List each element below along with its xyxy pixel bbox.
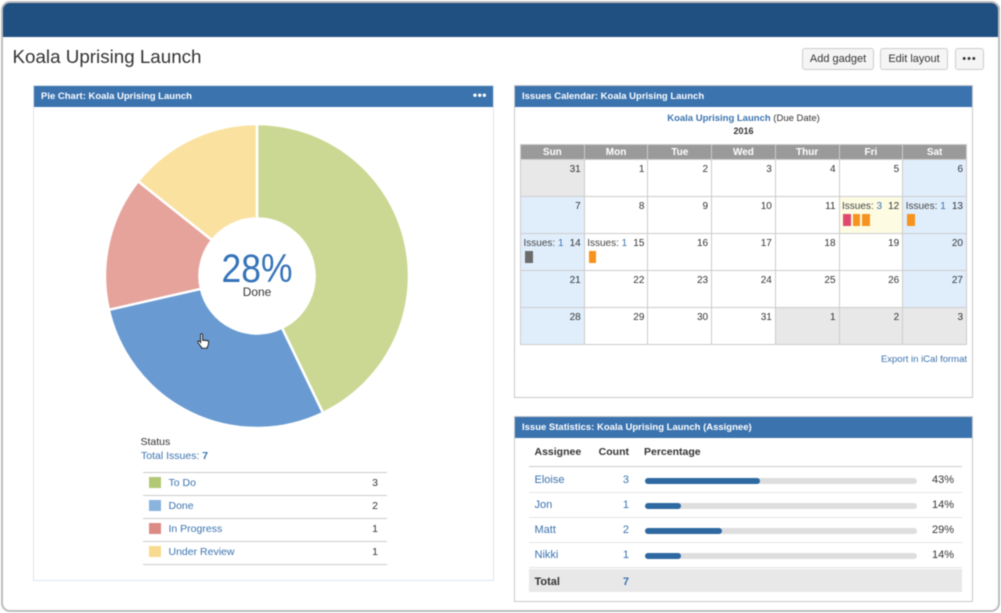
svg-text:Done: Done	[243, 285, 272, 299]
